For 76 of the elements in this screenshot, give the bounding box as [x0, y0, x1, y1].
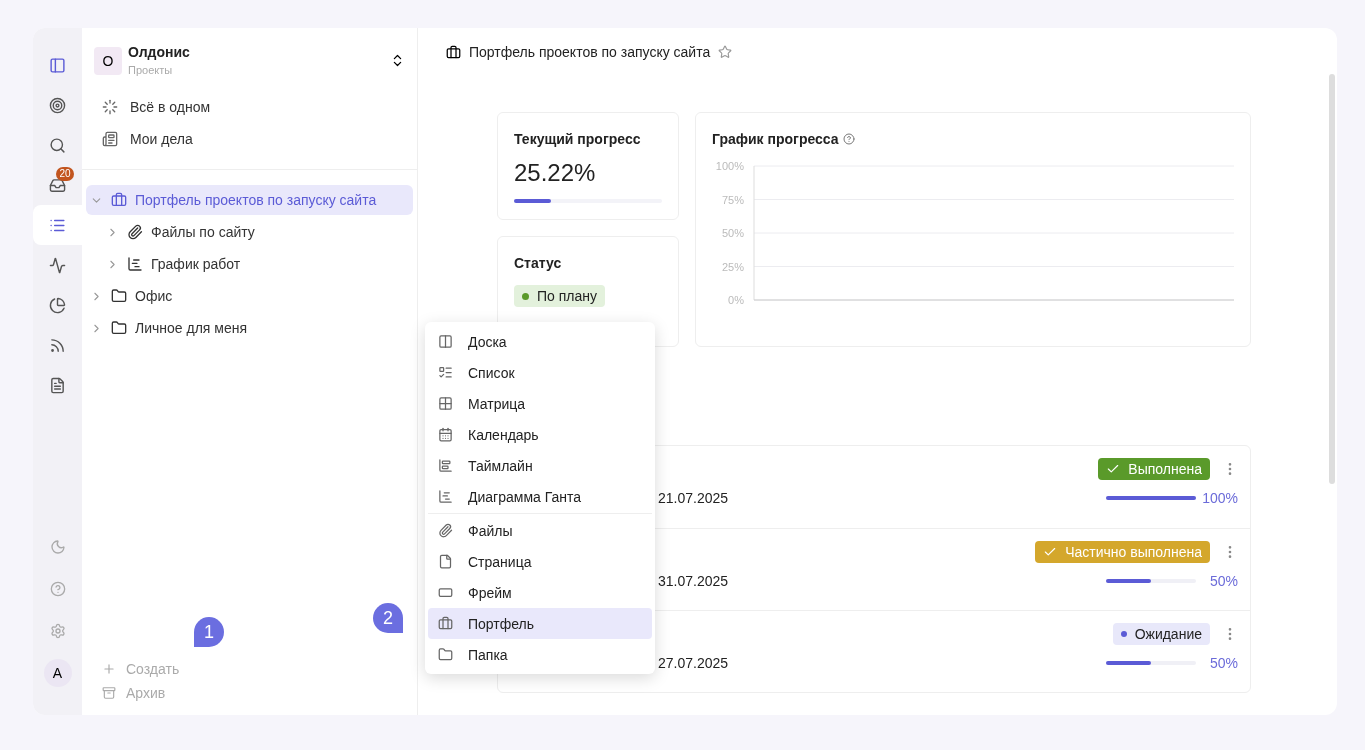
status-badge: Выполнена	[1098, 458, 1210, 480]
card-title: Статус	[514, 254, 563, 273]
workspace-avatar: О	[94, 46, 122, 75]
task-date: 27.07.2025	[658, 654, 729, 673]
star-icon[interactable]	[718, 45, 733, 59]
plus-icon	[102, 662, 116, 676]
axis-label: 75%	[721, 193, 744, 206]
task-date: 21.07.2025	[658, 489, 729, 508]
target-icon[interactable]	[49, 96, 66, 114]
calendar-icon	[438, 427, 453, 442]
progress-reading: 100%	[1201, 489, 1238, 508]
menu-item[interactable]: Список	[428, 357, 652, 388]
activity-icon[interactable]	[49, 256, 66, 274]
briefcase-icon	[446, 44, 461, 60]
loader-icon	[102, 99, 118, 115]
axis-label: 100%	[715, 161, 744, 172]
axis-label: 25%	[721, 260, 744, 273]
gantt-chart-icon	[127, 256, 143, 272]
check-icon	[1043, 545, 1058, 559]
card-title: Текущий прогресс	[514, 130, 642, 149]
tree-item[interactable]: Личное для меня	[86, 313, 413, 343]
progress-reading: 50%	[1208, 572, 1238, 591]
menu-item[interactable]: Папка	[428, 639, 652, 670]
tree-item[interactable]: Портфель проектов по запуску сайта	[86, 185, 413, 215]
gantt-icon	[438, 489, 453, 504]
menu-item[interactable]: Диаграмма Ганта	[428, 481, 652, 512]
tree-item[interactable]: График работ	[86, 249, 413, 279]
sidebar-icon[interactable]	[49, 56, 66, 74]
search-icon[interactable]	[49, 136, 66, 154]
quick-link[interactable]: Всё в одном	[102, 91, 397, 123]
file-icon	[438, 554, 453, 569]
document-icon[interactable]	[49, 376, 66, 394]
axis-label: 50%	[721, 227, 744, 239]
inbox-icon[interactable]	[49, 176, 66, 194]
chart-title: График прогресса	[712, 130, 839, 149]
menu-item[interactable]: Портфель	[428, 608, 652, 639]
paperclip-icon	[127, 224, 143, 240]
briefcase-icon	[111, 192, 127, 208]
matrix-icon	[438, 396, 453, 411]
workspace-name: Олдонис	[128, 43, 190, 63]
menu-item[interactable]: Матрица	[428, 388, 652, 419]
rss-icon[interactable]	[49, 336, 66, 354]
menu-item[interactable]: Календарь	[428, 419, 652, 450]
status-badge: Ожидание	[1112, 623, 1210, 645]
archive-icon	[102, 686, 116, 700]
frame-icon	[438, 585, 453, 600]
axis-label: 0%	[728, 294, 744, 306]
task-date: 31.07.2025	[658, 572, 729, 591]
timeline-icon	[438, 458, 453, 473]
menu-item[interactable]: Доска	[428, 326, 652, 357]
progress-value: 25.22%	[514, 158, 597, 188]
page-title: Портфель проектов по запуску сайта	[469, 43, 711, 62]
check-icon	[1106, 462, 1121, 476]
tree-item[interactable]: Файлы по сайту	[86, 217, 413, 247]
pie-chart-icon[interactable]	[49, 296, 66, 314]
status-badge: По плану	[514, 285, 605, 307]
list-icon	[438, 365, 453, 380]
folder-icon	[438, 647, 453, 662]
inbox-count-badge: 20	[56, 167, 74, 181]
briefcase-icon	[438, 616, 453, 631]
board-icon	[438, 334, 453, 349]
quick-link[interactable]: Мои дела	[102, 123, 397, 155]
workspace-subtitle: Проекты	[128, 63, 174, 79]
user-avatar[interactable]: А	[43, 659, 72, 687]
scrollbar[interactable]	[1329, 74, 1335, 484]
progress-reading: 50%	[1208, 654, 1238, 673]
menu-item[interactable]: Таймлайн	[428, 450, 652, 481]
paperclip-icon	[438, 523, 453, 538]
help-icon[interactable]	[842, 133, 855, 145]
tree-item[interactable]: Офис	[86, 281, 413, 311]
folder-icon	[111, 320, 127, 336]
menu-item[interactable]: Фрейм	[428, 577, 652, 608]
status-badge: Частично выполнена	[1035, 541, 1210, 563]
folder-icon	[111, 288, 127, 304]
menu-item[interactable]: Файлы	[428, 515, 652, 546]
menu-item[interactable]: Страница	[428, 546, 652, 577]
